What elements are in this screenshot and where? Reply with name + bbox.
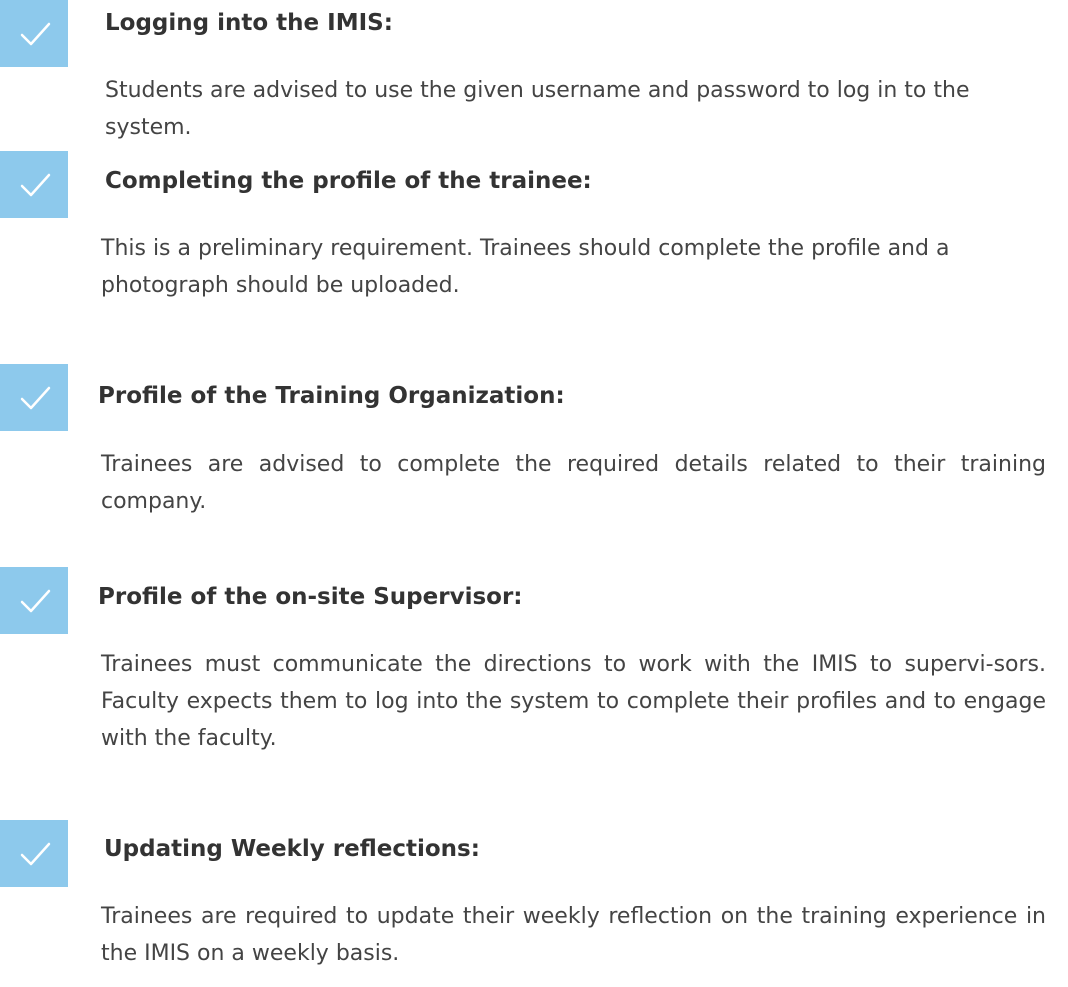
item-title: Profile of the Training Organization: [98, 383, 565, 409]
item-body: This is a preliminary requirement. Train… [101, 236, 950, 298]
checkmark-icon [0, 364, 68, 431]
checkmark-icon [0, 0, 68, 67]
item-title: Profile of the on-site Supervisor: [98, 584, 523, 610]
checkmark-icon [0, 151, 68, 218]
item-body: Students are advised to use the given us… [105, 78, 970, 140]
item-title: Updating Weekly reflections: [104, 836, 480, 862]
item-title: Completing the profile of the trainee: [105, 168, 592, 194]
checkmark-icon [0, 820, 68, 887]
item-body: Trainees must communicate the directions… [101, 652, 1046, 751]
item-body: Trainees are advised to complete the req… [101, 452, 1046, 514]
checkmark-icon [0, 567, 68, 634]
item-title: Logging into the IMIS: [105, 10, 393, 36]
item-body: Trainees are required to update their we… [101, 904, 1046, 966]
